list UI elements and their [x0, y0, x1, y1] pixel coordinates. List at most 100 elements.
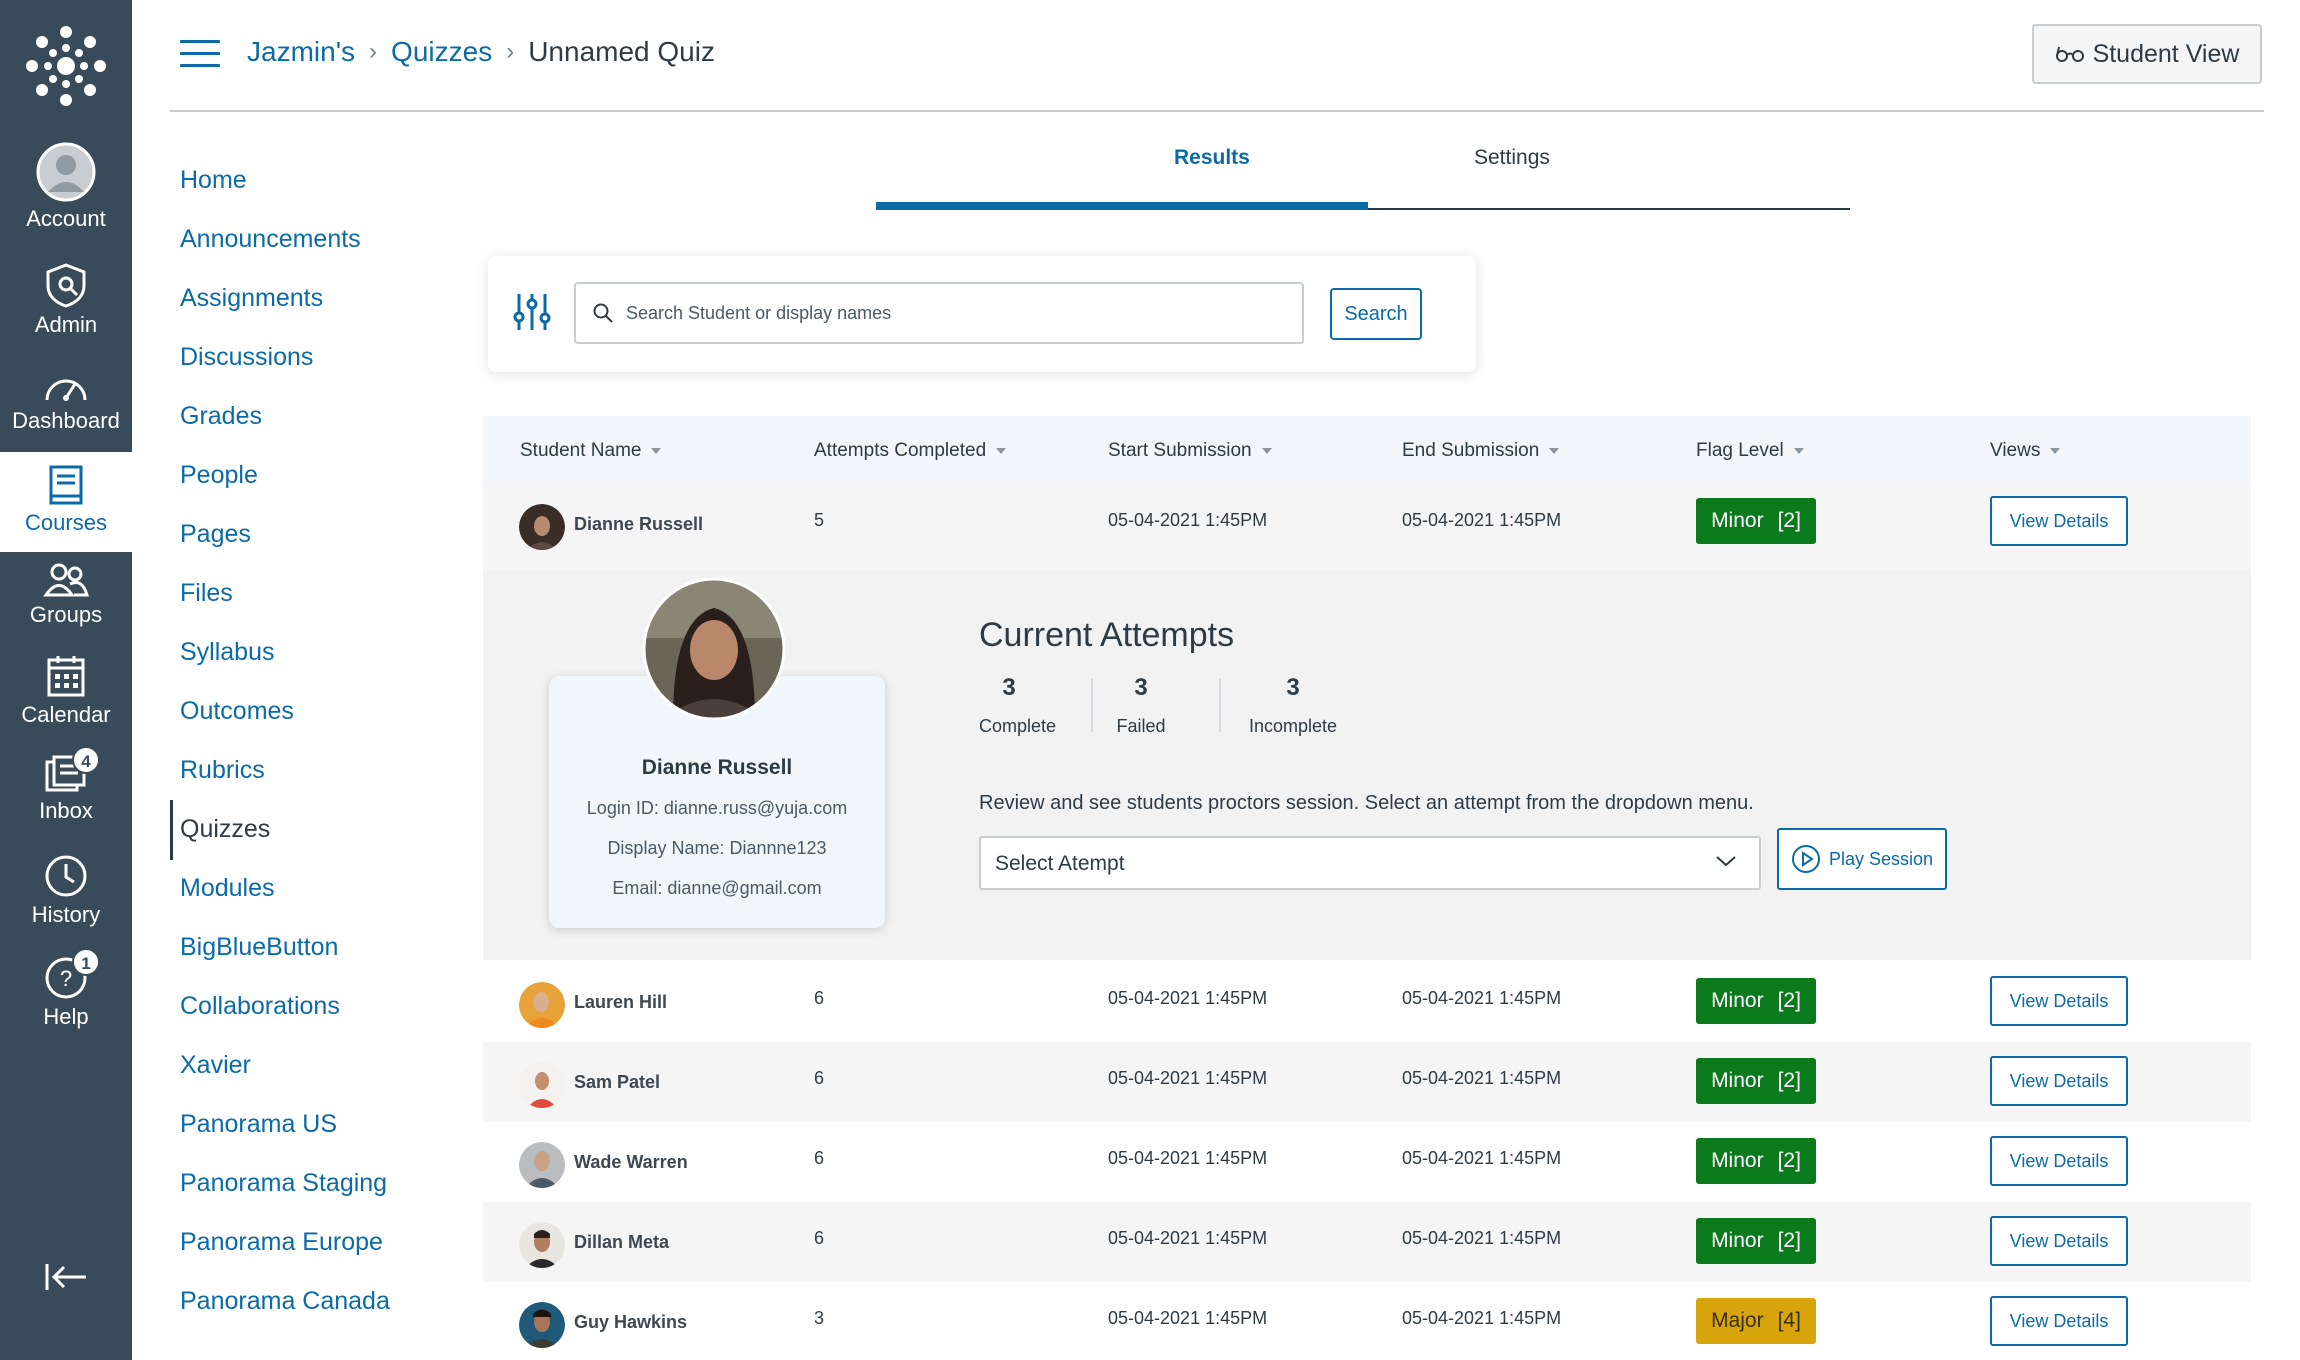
- profile-login-id: Login ID: dianne.russ@yuja.com: [586, 798, 848, 818]
- global-nav-courses[interactable]: Courses: [0, 452, 132, 552]
- breadcrumb-separator-icon: ›: [369, 38, 378, 65]
- global-nav-label: Admin: [34, 312, 98, 337]
- view-details-button[interactable]: View Details: [1990, 496, 2128, 546]
- collapse-icon[interactable]: [44, 1262, 88, 1292]
- history-icon: [45, 855, 87, 897]
- hamburger-line: [180, 52, 220, 55]
- courses-icon: [49, 465, 83, 505]
- start-submission: 05-04-2021 1:45PM: [1108, 1068, 1268, 1088]
- global-nav-label: Calendar: [21, 702, 111, 727]
- table-row[interactable]: Lauren Hill 6 05-04-2021 1:45PM 05-04-20…: [483, 962, 2251, 1042]
- search-input[interactable]: [626, 298, 1276, 328]
- dashboard-icon: [45, 379, 87, 401]
- course-nav-people[interactable]: People: [180, 461, 258, 490]
- course-nav-xavier[interactable]: Xavier: [180, 1051, 251, 1080]
- avatar: [519, 1142, 565, 1188]
- table-row[interactable]: Dianne Russell 5 05-04-2021 1:45PM 05-04…: [483, 482, 2251, 570]
- course-nav-rubrics[interactable]: Rubrics: [180, 756, 265, 785]
- end-submission: 05-04-2021 1:45PM: [1402, 510, 1562, 530]
- tab-settings[interactable]: Settings: [1474, 146, 1550, 170]
- flag-level-badge: Minor [2]: [1696, 1058, 1816, 1104]
- stat-failed: 3 Failed: [1111, 674, 1171, 737]
- breadcrumb-quizzes[interactable]: Quizzes: [391, 36, 492, 68]
- inbox-badge: 4: [72, 746, 100, 774]
- table-header: Student Name Attempts Completed Start Su…: [483, 416, 2251, 482]
- course-nav-quizzes[interactable]: Quizzes: [180, 815, 270, 844]
- course-nav-pages[interactable]: Pages: [180, 520, 251, 549]
- view-details-button[interactable]: View Details: [1990, 1296, 2128, 1346]
- table-row[interactable]: Sam Patel 6 05-04-2021 1:45PM 05-04-2021…: [483, 1042, 2251, 1122]
- global-nav-account[interactable]: Account: [0, 142, 132, 242]
- canvas-logo-icon[interactable]: [26, 26, 106, 106]
- view-details-button[interactable]: View Details: [1990, 1136, 2128, 1186]
- course-nav-bigbluebutton[interactable]: BigBlueButton: [180, 933, 338, 962]
- search-field[interactable]: [574, 282, 1304, 344]
- course-nav-home[interactable]: Home: [180, 166, 247, 195]
- table-row[interactable]: Wade Warren 6 05-04-2021 1:45PM 05-04-20…: [483, 1122, 2251, 1202]
- view-details-button[interactable]: View Details: [1990, 1056, 2128, 1106]
- start-submission: 05-04-2021 1:45PM: [1108, 988, 1268, 1008]
- column-header-views[interactable]: Views: [1990, 440, 2061, 462]
- column-header-label: End Submission: [1402, 440, 1540, 461]
- column-header-label: Views: [1990, 440, 2041, 461]
- course-nav-files[interactable]: Files: [180, 579, 233, 608]
- global-nav-history[interactable]: History: [0, 854, 132, 934]
- stat-value: 3: [1286, 674, 1300, 701]
- table-row[interactable]: Dillan Meta 6 05-04-2021 1:45PM 05-04-20…: [483, 1202, 2251, 1282]
- stat-value: 3: [1134, 674, 1148, 701]
- flag-level-badge: Minor [2]: [1696, 498, 1816, 544]
- course-nav-syllabus[interactable]: Syllabus: [180, 638, 275, 667]
- course-nav-panorama-europe[interactable]: Panorama Europe: [180, 1228, 383, 1257]
- table-row[interactable]: Guy Hawkins 3 05-04-2021 1:45PM 05-04-20…: [483, 1282, 2251, 1360]
- column-header-label: Flag Level: [1696, 440, 1784, 461]
- course-nav-panorama-staging[interactable]: Panorama Staging: [180, 1169, 387, 1198]
- column-header-attempts[interactable]: Attempts Completed: [814, 440, 1007, 462]
- tab-results[interactable]: Results: [1174, 146, 1250, 170]
- course-nav-assignments[interactable]: Assignments: [180, 284, 323, 313]
- course-nav-panorama-canada[interactable]: Panorama Canada: [180, 1287, 390, 1316]
- breadcrumb-course[interactable]: Jazmin's: [247, 36, 355, 68]
- global-nav-dashboard[interactable]: Dashboard: [0, 368, 132, 448]
- sort-caret-icon: [1549, 447, 1560, 454]
- global-nav-calendar[interactable]: Calendar: [0, 654, 132, 734]
- course-nav-outcomes[interactable]: Outcomes: [180, 697, 294, 726]
- view-details-button[interactable]: View Details: [1990, 1216, 2128, 1266]
- search-card: Search: [488, 256, 1476, 372]
- search-button[interactable]: Search: [1330, 288, 1422, 340]
- global-nav-inbox[interactable]: Inbox 4: [0, 746, 132, 834]
- course-nav-discussions[interactable]: Discussions: [180, 343, 313, 372]
- column-header-start[interactable]: Start Submission: [1108, 440, 1272, 462]
- course-nav-announcements[interactable]: Announcements: [180, 225, 361, 254]
- student-name: Sam Patel: [574, 1072, 661, 1092]
- play-session-button[interactable]: Play Session: [1777, 828, 1947, 890]
- course-nav-panorama-us[interactable]: Panorama US: [180, 1110, 337, 1139]
- avatar: [519, 1062, 565, 1108]
- flag-count: [2]: [1777, 1069, 1801, 1092]
- view-details-button[interactable]: View Details: [1990, 976, 2128, 1026]
- global-nav-admin[interactable]: Admin: [0, 262, 132, 342]
- flag-level-badge: Minor [2]: [1696, 978, 1816, 1024]
- avatar: [519, 982, 565, 1028]
- start-submission: 05-04-2021 1:45PM: [1108, 1148, 1268, 1168]
- course-menu-toggle[interactable]: [180, 40, 220, 68]
- attempt-select[interactable]: Select Atempt: [979, 836, 1761, 890]
- sort-caret-icon: [996, 447, 1007, 454]
- column-header-flag-level[interactable]: Flag Level: [1696, 440, 1804, 462]
- column-header-end[interactable]: End Submission: [1402, 440, 1560, 462]
- student-view-button[interactable]: Student View: [2032, 24, 2262, 84]
- global-nav-groups[interactable]: Groups: [0, 562, 132, 642]
- student-name: Wade Warren: [574, 1152, 688, 1172]
- profile-photo: [643, 578, 785, 720]
- course-nav-modules[interactable]: Modules: [180, 874, 275, 903]
- search-icon: [593, 303, 613, 323]
- column-header-student-name[interactable]: Student Name: [520, 440, 662, 462]
- filter-sliders-icon[interactable]: [512, 292, 552, 332]
- global-nav-label: Account: [26, 206, 106, 231]
- global-nav-help[interactable]: ? Help 1: [0, 948, 132, 1036]
- course-nav-grades[interactable]: Grades: [180, 402, 262, 431]
- global-nav-label: Groups: [29, 602, 103, 627]
- play-session-label: Play Session: [1828, 848, 1934, 869]
- stat-complete: 3 Complete: [979, 674, 1056, 737]
- end-submission: 05-04-2021 1:45PM: [1402, 988, 1562, 1008]
- course-nav-collaborations[interactable]: Collaborations: [180, 992, 340, 1021]
